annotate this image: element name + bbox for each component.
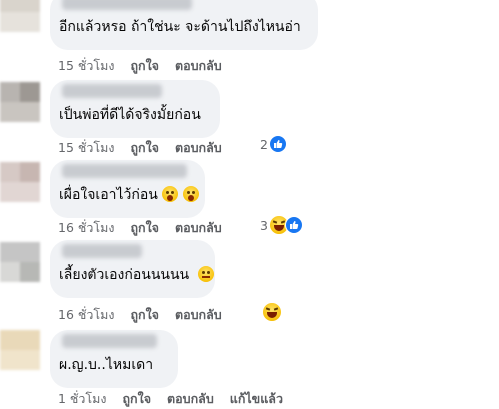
comment-actions: 15 ชั่วโมง ถูกใจ ตอบกลับ [58, 56, 234, 76]
like-action[interactable]: ถูกใจ [130, 307, 159, 322]
like-action[interactable]: ถูกใจ [130, 140, 159, 155]
comment-bubble: ผ.ญ.บ..ไหมเดา [50, 330, 178, 388]
reaction-count: 3 [260, 217, 268, 233]
comment-bubble: เลี้ยงตัวเองก่อนนนนน [50, 240, 215, 298]
reply-action[interactable]: ตอบกลับ [175, 140, 222, 155]
author-name[interactable] [62, 164, 187, 178]
reply-action[interactable]: ตอบกลับ [167, 391, 214, 406]
comment-time[interactable]: 1 ชั่วโมง [58, 391, 107, 406]
avatar[interactable] [0, 162, 40, 202]
author-name[interactable] [62, 0, 192, 10]
reaction-summary[interactable]: 3 [260, 215, 303, 235]
comment-actions: 16 ชั่วโมง ถูกใจ ตอบกลับ [58, 218, 234, 238]
avatar[interactable] [0, 242, 40, 282]
comment-time[interactable]: 16 ชั่วโมง [58, 220, 114, 235]
comment-text: อีกแล้วหรอ ถ้าใช่นะ จะด้านไปถึงไหนอ่า [59, 19, 301, 35]
comment-time[interactable]: 16 ชั่วโมง [58, 307, 114, 322]
reply-action[interactable]: ตอบกลับ [175, 220, 222, 235]
comment-time[interactable]: 15 ชั่วโมง [58, 140, 114, 155]
comment-text: ผ.ญ.บ..ไหมเดา [59, 357, 154, 373]
comment-text: เลี้ยงตัวเองก่อนนนนน [59, 264, 214, 286]
like-icon [284, 216, 303, 234]
reply-action[interactable]: ตอบกลับ [175, 58, 222, 73]
haha-icon [262, 302, 282, 322]
comment-text: เผื่อใจเอาไว้ก่อน [59, 184, 199, 206]
reaction-count: 2 [260, 136, 268, 152]
comment-text-body: เลี้ยงตัวเองก่อนนนนน [59, 267, 190, 283]
neutral-emoji [197, 266, 214, 282]
comment-bubble: อีกแล้วหรอ ถ้าใช่นะ จะด้านไปถึงไหนอ่า [50, 0, 318, 50]
author-name[interactable] [62, 244, 142, 258]
comment-actions: 16 ชั่วโมง ถูกใจ ตอบกลับ [58, 305, 234, 325]
gasp-emoji [182, 186, 199, 202]
avatar[interactable] [0, 0, 40, 32]
author-name[interactable] [62, 84, 162, 98]
comment-actions: 15 ชั่วโมง ถูกใจ ตอบกลับ [58, 138, 234, 158]
comment-text: เป็นพ่อที่ดีได้จริงมั้ยก่อน [59, 107, 201, 123]
like-action[interactable]: ถูกใจ [130, 220, 159, 235]
gasp-emoji [162, 186, 179, 202]
like-action[interactable]: ถูกใจ [130, 58, 159, 73]
comment-bubble: เป็นพ่อที่ดีได้จริงมั้ยก่อน [50, 80, 220, 138]
edited-label[interactable]: แก้ไขแล้ว [230, 391, 283, 406]
avatar[interactable] [0, 82, 40, 122]
comment-bubble: เผื่อใจเอาไว้ก่อน [50, 160, 205, 218]
comment-actions: 1 ชั่วโมง ถูกใจ ตอบกลับ แก้ไขแล้ว [58, 389, 295, 409]
like-icon [268, 135, 287, 153]
reaction-summary[interactable]: 2 [260, 135, 287, 153]
comment-time[interactable]: 15 ชั่วโมง [58, 58, 114, 73]
reply-action[interactable]: ตอบกลับ [175, 307, 222, 322]
reaction-summary[interactable] [262, 302, 282, 322]
author-name[interactable] [62, 334, 157, 348]
like-action[interactable]: ถูกใจ [122, 391, 151, 406]
comment-text-body: เผื่อใจเอาไว้ก่อน [59, 187, 158, 203]
avatar[interactable] [0, 330, 40, 370]
